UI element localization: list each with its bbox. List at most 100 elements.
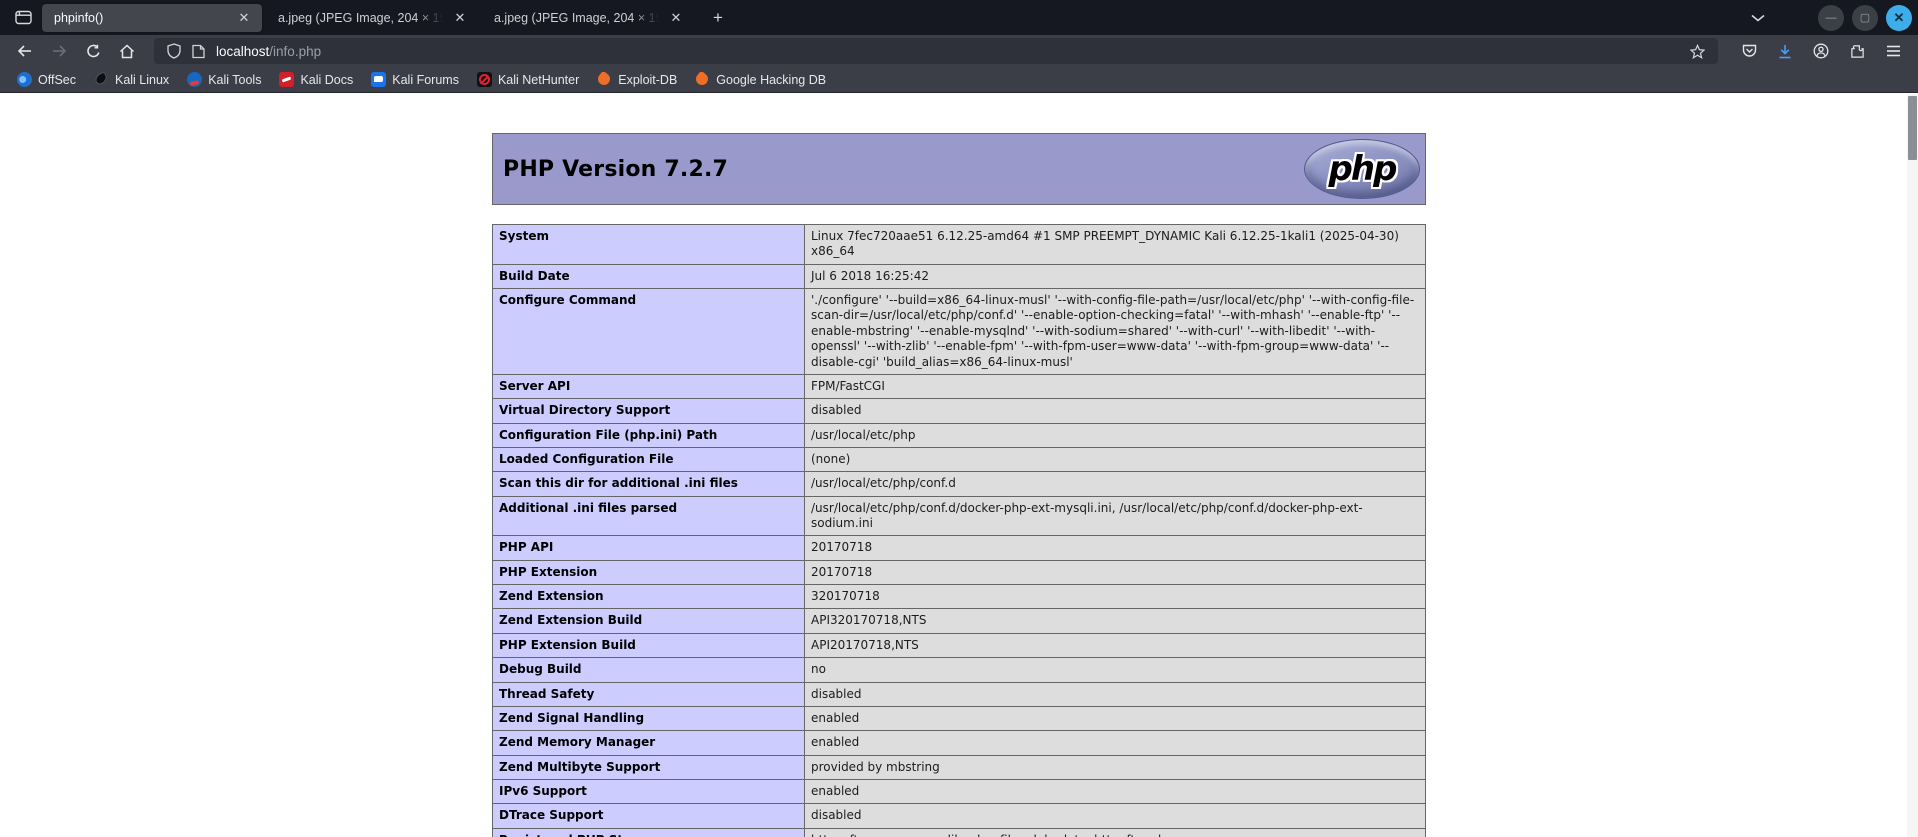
menu-hamburger-icon[interactable] [1878, 38, 1908, 64]
window-close-button[interactable]: ✕ [1886, 5, 1912, 31]
bookmark-label: Kali Linux [115, 73, 169, 87]
row-label: Zend Extension [493, 585, 805, 609]
page-info-icon[interactable] [186, 44, 210, 59]
bookmarks-toolbar: OffSec Kali Linux Kali Tools Kali Docs K… [0, 67, 1918, 93]
bookmark-item[interactable]: Kali Tools [180, 70, 268, 90]
bookmark-favicon [477, 72, 492, 87]
row-value: 20170718 [805, 536, 1426, 560]
list-all-tabs-chevron-down-icon[interactable] [1744, 5, 1772, 31]
tab[interactable]: a.jpeg (JPEG Image, 204 × 19 ✕ [266, 4, 478, 32]
row-label: IPv6 Support [493, 779, 805, 803]
home-icon[interactable] [112, 38, 142, 64]
row-value: disabled [805, 399, 1426, 423]
tab-title: a.jpeg (JPEG Image, 204 × 19 [278, 11, 446, 25]
bookmark-item[interactable]: OffSec [10, 70, 83, 90]
bookmark-label: Kali Docs [300, 73, 353, 87]
bookmark-favicon [371, 72, 386, 87]
row-value: './configure' '--build=x86_64-linux-musl… [805, 289, 1426, 375]
tracking-shield-icon[interactable] [162, 43, 186, 59]
pocket-icon[interactable] [1734, 38, 1764, 64]
table-row: Build Date Jul 6 2018 16:25:42 [493, 264, 1426, 288]
row-label: Virtual Directory Support [493, 399, 805, 423]
phpinfo-header: PHP Version 7.2.7 php [492, 133, 1426, 205]
row-value: /usr/local/etc/php/conf.d [805, 472, 1426, 496]
phpinfo-container: PHP Version 7.2.7 php System Linux 7fec7… [492, 133, 1426, 837]
tab[interactable]: a.jpeg (JPEG Image, 204 × 19 ✕ [482, 4, 694, 32]
bookmark-item[interactable]: Kali NetHunter [470, 70, 586, 90]
table-row: Thread Safety disabled [493, 682, 1426, 706]
row-value: no [805, 658, 1426, 682]
row-value: https, ftps, compress.zlib, php, file, g… [805, 828, 1426, 837]
table-row: DTrace Support disabled [493, 804, 1426, 828]
bookmark-label: Kali Forums [392, 73, 459, 87]
row-value: 320170718 [805, 585, 1426, 609]
table-row: Zend Extension 320170718 [493, 585, 1426, 609]
bookmark-item[interactable]: Kali Linux [87, 70, 176, 90]
tab-title: a.jpeg (JPEG Image, 204 × 19 [494, 11, 662, 25]
row-label: Server API [493, 374, 805, 398]
bookmark-favicon [17, 72, 32, 87]
tab-close-icon[interactable]: ✕ [666, 8, 686, 28]
firefox-view-icon[interactable] [8, 5, 38, 31]
row-label: Thread Safety [493, 682, 805, 706]
bookmark-label: Exploit-DB [618, 73, 677, 87]
bookmark-star-icon[interactable] [1684, 44, 1710, 59]
browser-chrome: phpinfo() ✕ a.jpeg (JPEG Image, 204 × 19… [0, 0, 1918, 93]
bookmark-favicon [187, 72, 202, 87]
tab-close-icon[interactable]: ✕ [450, 8, 470, 28]
row-label: Scan this dir for additional .ini files [493, 472, 805, 496]
window-maximize-button[interactable]: ▢ [1852, 5, 1878, 31]
url-path: /info.php [269, 44, 321, 59]
php-logo: php [1304, 139, 1420, 199]
bookmark-favicon [279, 72, 294, 87]
tabbar-right-controls: — ▢ ✕ [1744, 0, 1918, 35]
bookmark-label: Kali NetHunter [498, 73, 579, 87]
table-row: Registered PHP Streams https, ftps, comp… [493, 828, 1426, 837]
back-icon[interactable] [10, 38, 40, 64]
account-icon[interactable] [1806, 38, 1836, 64]
navigation-toolbar: localhost/info.php [0, 35, 1918, 67]
tab-title: phpinfo() [54, 11, 230, 25]
bookmark-label: OffSec [38, 73, 76, 87]
row-label: Configuration File (php.ini) Path [493, 423, 805, 447]
bookmark-item[interactable]: Exploit-DB [590, 70, 684, 90]
url-bar[interactable]: localhost/info.php [154, 38, 1718, 64]
table-row: PHP Extension 20170718 [493, 560, 1426, 584]
page-title: PHP Version 7.2.7 [503, 157, 728, 182]
row-value: Jul 6 2018 16:25:42 [805, 264, 1426, 288]
bookmark-favicon [695, 72, 710, 87]
tab-strip: phpinfo() ✕ a.jpeg (JPEG Image, 204 × 19… [0, 0, 1918, 35]
extensions-puzzle-icon[interactable] [1842, 38, 1872, 64]
row-value: enabled [805, 731, 1426, 755]
scrollbar-thumb[interactable] [1908, 96, 1917, 160]
row-label: Zend Memory Manager [493, 731, 805, 755]
table-row: Zend Extension Build API320170718,NTS [493, 609, 1426, 633]
forward-icon[interactable] [44, 38, 74, 64]
new-tab-button[interactable]: + [704, 5, 732, 31]
row-value: disabled [805, 682, 1426, 706]
row-label: Zend Signal Handling [493, 706, 805, 730]
row-value: (none) [805, 447, 1426, 471]
row-value: API320170718,NTS [805, 609, 1426, 633]
table-row: PHP API 20170718 [493, 536, 1426, 560]
tab-close-icon[interactable]: ✕ [234, 8, 254, 28]
row-label: Loaded Configuration File [493, 447, 805, 471]
row-value: enabled [805, 779, 1426, 803]
row-label: Configure Command [493, 289, 805, 375]
bookmark-item[interactable]: Google Hacking DB [688, 70, 833, 90]
downloads-icon[interactable] [1770, 38, 1800, 64]
row-label: System [493, 225, 805, 265]
table-row: IPv6 Support enabled [493, 779, 1426, 803]
bookmark-item[interactable]: Kali Docs [272, 70, 360, 90]
tab[interactable]: phpinfo() ✕ [42, 4, 262, 32]
row-value: /usr/local/etc/php [805, 423, 1426, 447]
bookmark-label: Kali Tools [208, 73, 261, 87]
table-row: Configure Command './configure' '--build… [493, 289, 1426, 375]
window-minimize-button[interactable]: — [1818, 5, 1844, 31]
scrollbar-track [1907, 94, 1918, 837]
bookmark-item[interactable]: Kali Forums [364, 70, 466, 90]
reload-icon[interactable] [78, 38, 108, 64]
bookmark-favicon [94, 72, 109, 87]
row-label: Debug Build [493, 658, 805, 682]
row-value: Linux 7fec720aae51 6.12.25-amd64 #1 SMP … [805, 225, 1426, 265]
